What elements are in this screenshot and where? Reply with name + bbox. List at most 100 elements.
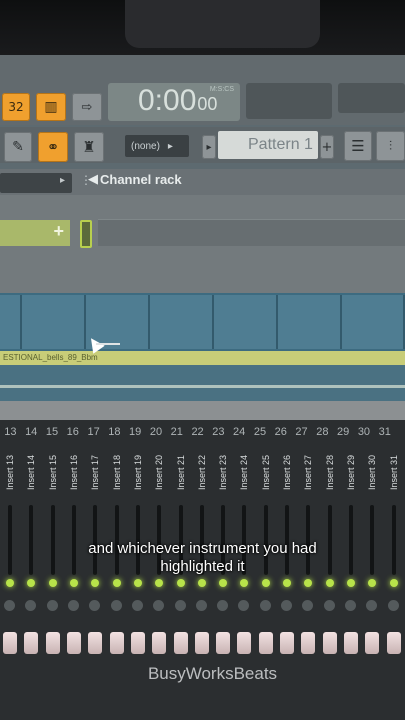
mixer-insert-strip[interactable]: Insert 26	[279, 448, 295, 496]
audio-clip-body[interactable]	[0, 365, 405, 401]
link-button[interactable]: ⚭	[38, 132, 68, 162]
pan-knob[interactable]	[260, 600, 271, 611]
mixer-insert-strip[interactable]: Insert 20	[151, 448, 167, 496]
mixer-insert-strip[interactable]: Insert 24	[236, 448, 252, 496]
playlist-bar-cell[interactable]	[150, 295, 214, 349]
mute-led-icon[interactable]	[113, 579, 121, 587]
mixer-insert-strip[interactable]: Insert 28	[322, 448, 338, 496]
mixer-insert-strip[interactable]: Insert 17	[87, 448, 103, 496]
mixer-insert-strip[interactable]: Insert 16	[66, 448, 82, 496]
volume-fader[interactable]	[152, 632, 166, 654]
mixer-insert-strip[interactable]: Insert 31	[386, 448, 402, 496]
playlist-bar-cell[interactable]	[0, 295, 22, 349]
volume-fader[interactable]	[280, 632, 294, 654]
mixer-insert-strip[interactable]: Insert 14	[23, 448, 39, 496]
mixer-insert-strip[interactable]: Insert 27	[300, 448, 316, 496]
mute-led-icon[interactable]	[27, 579, 35, 587]
mixer-insert-strip[interactable]: Insert 30	[364, 448, 380, 496]
playlist-bar-cell[interactable]	[278, 295, 342, 349]
typing-keyboard-button[interactable]: ▥	[36, 93, 66, 121]
mixer-insert-strip[interactable]: Insert 25	[258, 448, 274, 496]
pan-knob[interactable]	[4, 600, 15, 611]
mixer-insert-strip[interactable]: Insert 15	[45, 448, 61, 496]
volume-fader[interactable]	[301, 632, 315, 654]
mute-led-icon[interactable]	[219, 579, 227, 587]
volume-fader[interactable]	[195, 632, 209, 654]
audio-clip-header[interactable]: ESTIONAL_bells_89_Bbm	[0, 351, 405, 365]
pan-knob[interactable]	[281, 600, 292, 611]
mute-led-icon[interactable]	[326, 579, 334, 587]
volume-fader[interactable]	[174, 632, 188, 654]
volume-fader[interactable]	[67, 632, 81, 654]
mute-led-icon[interactable]	[390, 579, 398, 587]
mixer-button[interactable]: ⫶	[376, 131, 405, 161]
pan-knob[interactable]	[25, 600, 36, 611]
mute-led-icon[interactable]	[283, 579, 291, 587]
song-mode-button[interactable]: 32	[2, 93, 30, 121]
mixer-insert-strip[interactable]: Insert 21	[173, 448, 189, 496]
volume-fader[interactable]	[46, 632, 60, 654]
step-edit-button[interactable]: ⇨	[72, 93, 102, 121]
pan-knob[interactable]	[68, 600, 79, 611]
snap-selector[interactable]: (none) ▸	[125, 135, 189, 157]
mute-led-icon[interactable]	[347, 579, 355, 587]
pan-knob[interactable]	[175, 600, 186, 611]
playlist-button[interactable]: ☰	[344, 131, 372, 161]
playlist-bar-cell[interactable]	[22, 295, 86, 349]
playlist-bar-cell[interactable]	[214, 295, 278, 349]
pan-knob[interactable]	[153, 600, 164, 611]
volume-fader[interactable]	[387, 632, 401, 654]
stamp-button[interactable]: ♜	[74, 132, 104, 162]
volume-fader[interactable]	[365, 632, 379, 654]
volume-fader[interactable]	[88, 632, 102, 654]
pan-knob[interactable]	[366, 600, 377, 611]
pattern-prev-button[interactable]: ▸	[202, 135, 216, 159]
mixer-insert-strip[interactable]: Insert 19	[130, 448, 146, 496]
pattern-selector[interactable]: Pattern 1	[218, 131, 318, 159]
volume-fader[interactable]	[344, 632, 358, 654]
mute-led-icon[interactable]	[304, 579, 312, 587]
pan-knob[interactable]	[196, 600, 207, 611]
mute-led-icon[interactable]	[198, 579, 206, 587]
volume-fader[interactable]	[259, 632, 273, 654]
mute-led-icon[interactable]	[240, 579, 248, 587]
pan-knob[interactable]	[47, 600, 58, 611]
volume-fader[interactable]	[110, 632, 124, 654]
pan-knob[interactable]	[388, 600, 399, 611]
volume-fader[interactable]	[323, 632, 337, 654]
volume-fader[interactable]	[131, 632, 145, 654]
pan-knob[interactable]	[111, 600, 122, 611]
volume-fader[interactable]	[24, 632, 38, 654]
mixer-insert-strip[interactable]: Insert 29	[343, 448, 359, 496]
time-display[interactable]: 0:00 00 M:S:CS	[108, 83, 240, 121]
volume-fader[interactable]	[237, 632, 251, 654]
pan-knob[interactable]	[132, 600, 143, 611]
volume-fader[interactable]	[216, 632, 230, 654]
mute-led-icon[interactable]	[134, 579, 142, 587]
pan-knob[interactable]	[238, 600, 249, 611]
mute-led-icon[interactable]	[91, 579, 99, 587]
pan-knob[interactable]	[345, 600, 356, 611]
mixer-insert-strip[interactable]: Insert 23	[215, 448, 231, 496]
mute-led-icon[interactable]	[49, 579, 57, 587]
pan-knob[interactable]	[89, 600, 100, 611]
channel-select-indicator[interactable]	[80, 220, 92, 248]
mute-led-icon[interactable]	[368, 579, 376, 587]
mixer-insert-strip[interactable]: Insert 13	[2, 448, 18, 496]
volume-fader[interactable]	[3, 632, 17, 654]
pan-knob[interactable]	[324, 600, 335, 611]
pencil-button[interactable]: ✎	[4, 132, 32, 162]
mute-led-icon[interactable]	[177, 579, 185, 587]
pan-knob[interactable]	[217, 600, 228, 611]
playlist-bar-cell[interactable]	[342, 295, 405, 349]
mute-led-icon[interactable]	[6, 579, 14, 587]
mute-led-icon[interactable]	[262, 579, 270, 587]
mixer-insert-strip[interactable]: Insert 18	[109, 448, 125, 496]
pan-knob[interactable]	[302, 600, 313, 611]
mixer-insert-strip[interactable]: Insert 22	[194, 448, 210, 496]
mute-led-icon[interactable]	[155, 579, 163, 587]
pattern-add-button[interactable]: +	[320, 135, 334, 159]
mute-led-icon[interactable]	[70, 579, 78, 587]
channel-name-button[interactable]: +	[0, 220, 70, 246]
step-sequencer-row[interactable]	[98, 219, 405, 246]
